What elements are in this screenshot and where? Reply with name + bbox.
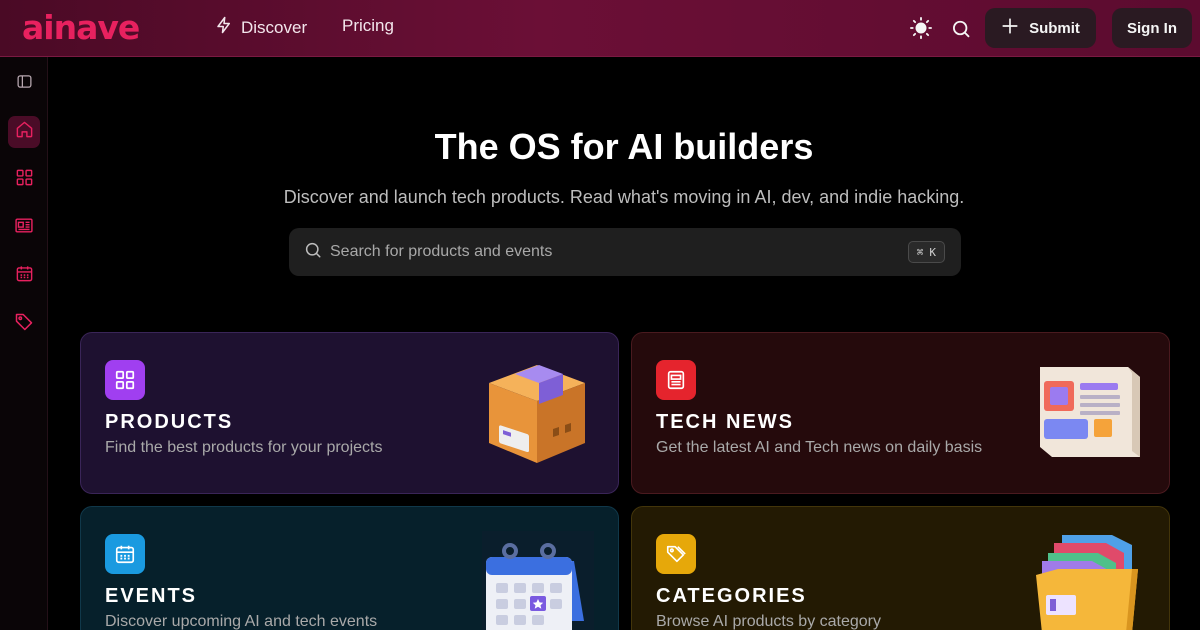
products-card-description: Find the best products for your projects: [105, 439, 383, 456]
tech-news-card-title: TECH NEWS: [656, 411, 794, 433]
newspaper-card-icon: [656, 360, 696, 400]
plus-icon: [1001, 17, 1019, 39]
logo-wordmark-icon: ainave: [22, 10, 140, 46]
sidebar-item-news[interactable]: [8, 212, 40, 244]
svg-text:ainave: ainave: [22, 10, 139, 46]
cardboard-box-icon: [481, 355, 593, 472]
newspaper-icon: [14, 216, 34, 240]
search-placeholder: Search for products and events: [330, 243, 553, 260]
submit-button[interactable]: Submit: [985, 8, 1096, 48]
products-card[interactable]: PRODUCTS Find the best products for your…: [80, 332, 619, 494]
submit-button-label: Submit: [1029, 19, 1080, 37]
nav-pricing[interactable]: Pricing: [342, 16, 394, 36]
calendar-illustration-icon: [482, 531, 594, 630]
categories-card-title: CATEGORIES: [656, 585, 807, 607]
ainave-logo[interactable]: ainave: [22, 10, 154, 46]
hero-title: The OS for AI builders: [434, 126, 814, 167]
categories-card[interactable]: CATEGORIES Browse AI products by categor…: [631, 506, 1170, 630]
hero-search-input[interactable]: Search for products and events ⌘ K: [289, 228, 961, 276]
folders-box-illustration-icon: [1032, 531, 1144, 630]
header-search-icon[interactable]: [949, 16, 973, 40]
sidebar-panel-icon: [16, 73, 33, 95]
nav-pricing-label: Pricing: [342, 16, 394, 35]
nav-discover[interactable]: Discover: [215, 16, 307, 39]
nav-discover-label: Discover: [241, 17, 308, 37]
search-icon: [304, 241, 322, 264]
events-card-title: EVENTS: [105, 585, 198, 607]
tech-news-card[interactable]: TECH NEWS Get the latest AI and Tech new…: [631, 332, 1170, 494]
top-header: ainave Discover Pricing Submit Sign In: [0, 0, 1200, 57]
theme-toggle-sun-icon[interactable]: [909, 16, 933, 40]
products-card-title: PRODUCTS: [105, 411, 234, 433]
sidebar-item-categories[interactable]: [8, 308, 40, 340]
lightning-icon: [215, 16, 233, 39]
products-grid-icon: [105, 360, 145, 400]
calendar-icon: [15, 264, 34, 288]
shortcut-key: K: [929, 245, 936, 259]
command-key-icon: ⌘: [916, 245, 924, 259]
hero-subtitle: Discover and launch tech products. Read …: [283, 187, 965, 207]
sidebar-item-events[interactable]: [8, 260, 40, 292]
newspaper-illustration-icon: [1030, 361, 1146, 470]
events-card-description: Discover upcoming AI and tech events: [105, 613, 378, 630]
sign-in-button[interactable]: Sign In: [1112, 8, 1192, 48]
sidebar-toggle[interactable]: [8, 68, 40, 100]
tech-news-card-description: Get the latest AI and Tech news on daily…: [656, 439, 983, 456]
keyboard-shortcut-badge: ⌘ K: [907, 241, 945, 263]
calendar-card-icon: [105, 534, 145, 574]
events-card[interactable]: EVENTS Discover upcoming AI and tech eve…: [80, 506, 619, 630]
categories-card-description: Browse AI products by category: [656, 613, 881, 630]
tags-card-icon: [656, 534, 696, 574]
sign-in-button-label: Sign In: [1127, 19, 1177, 37]
tag-icon: [14, 312, 34, 337]
